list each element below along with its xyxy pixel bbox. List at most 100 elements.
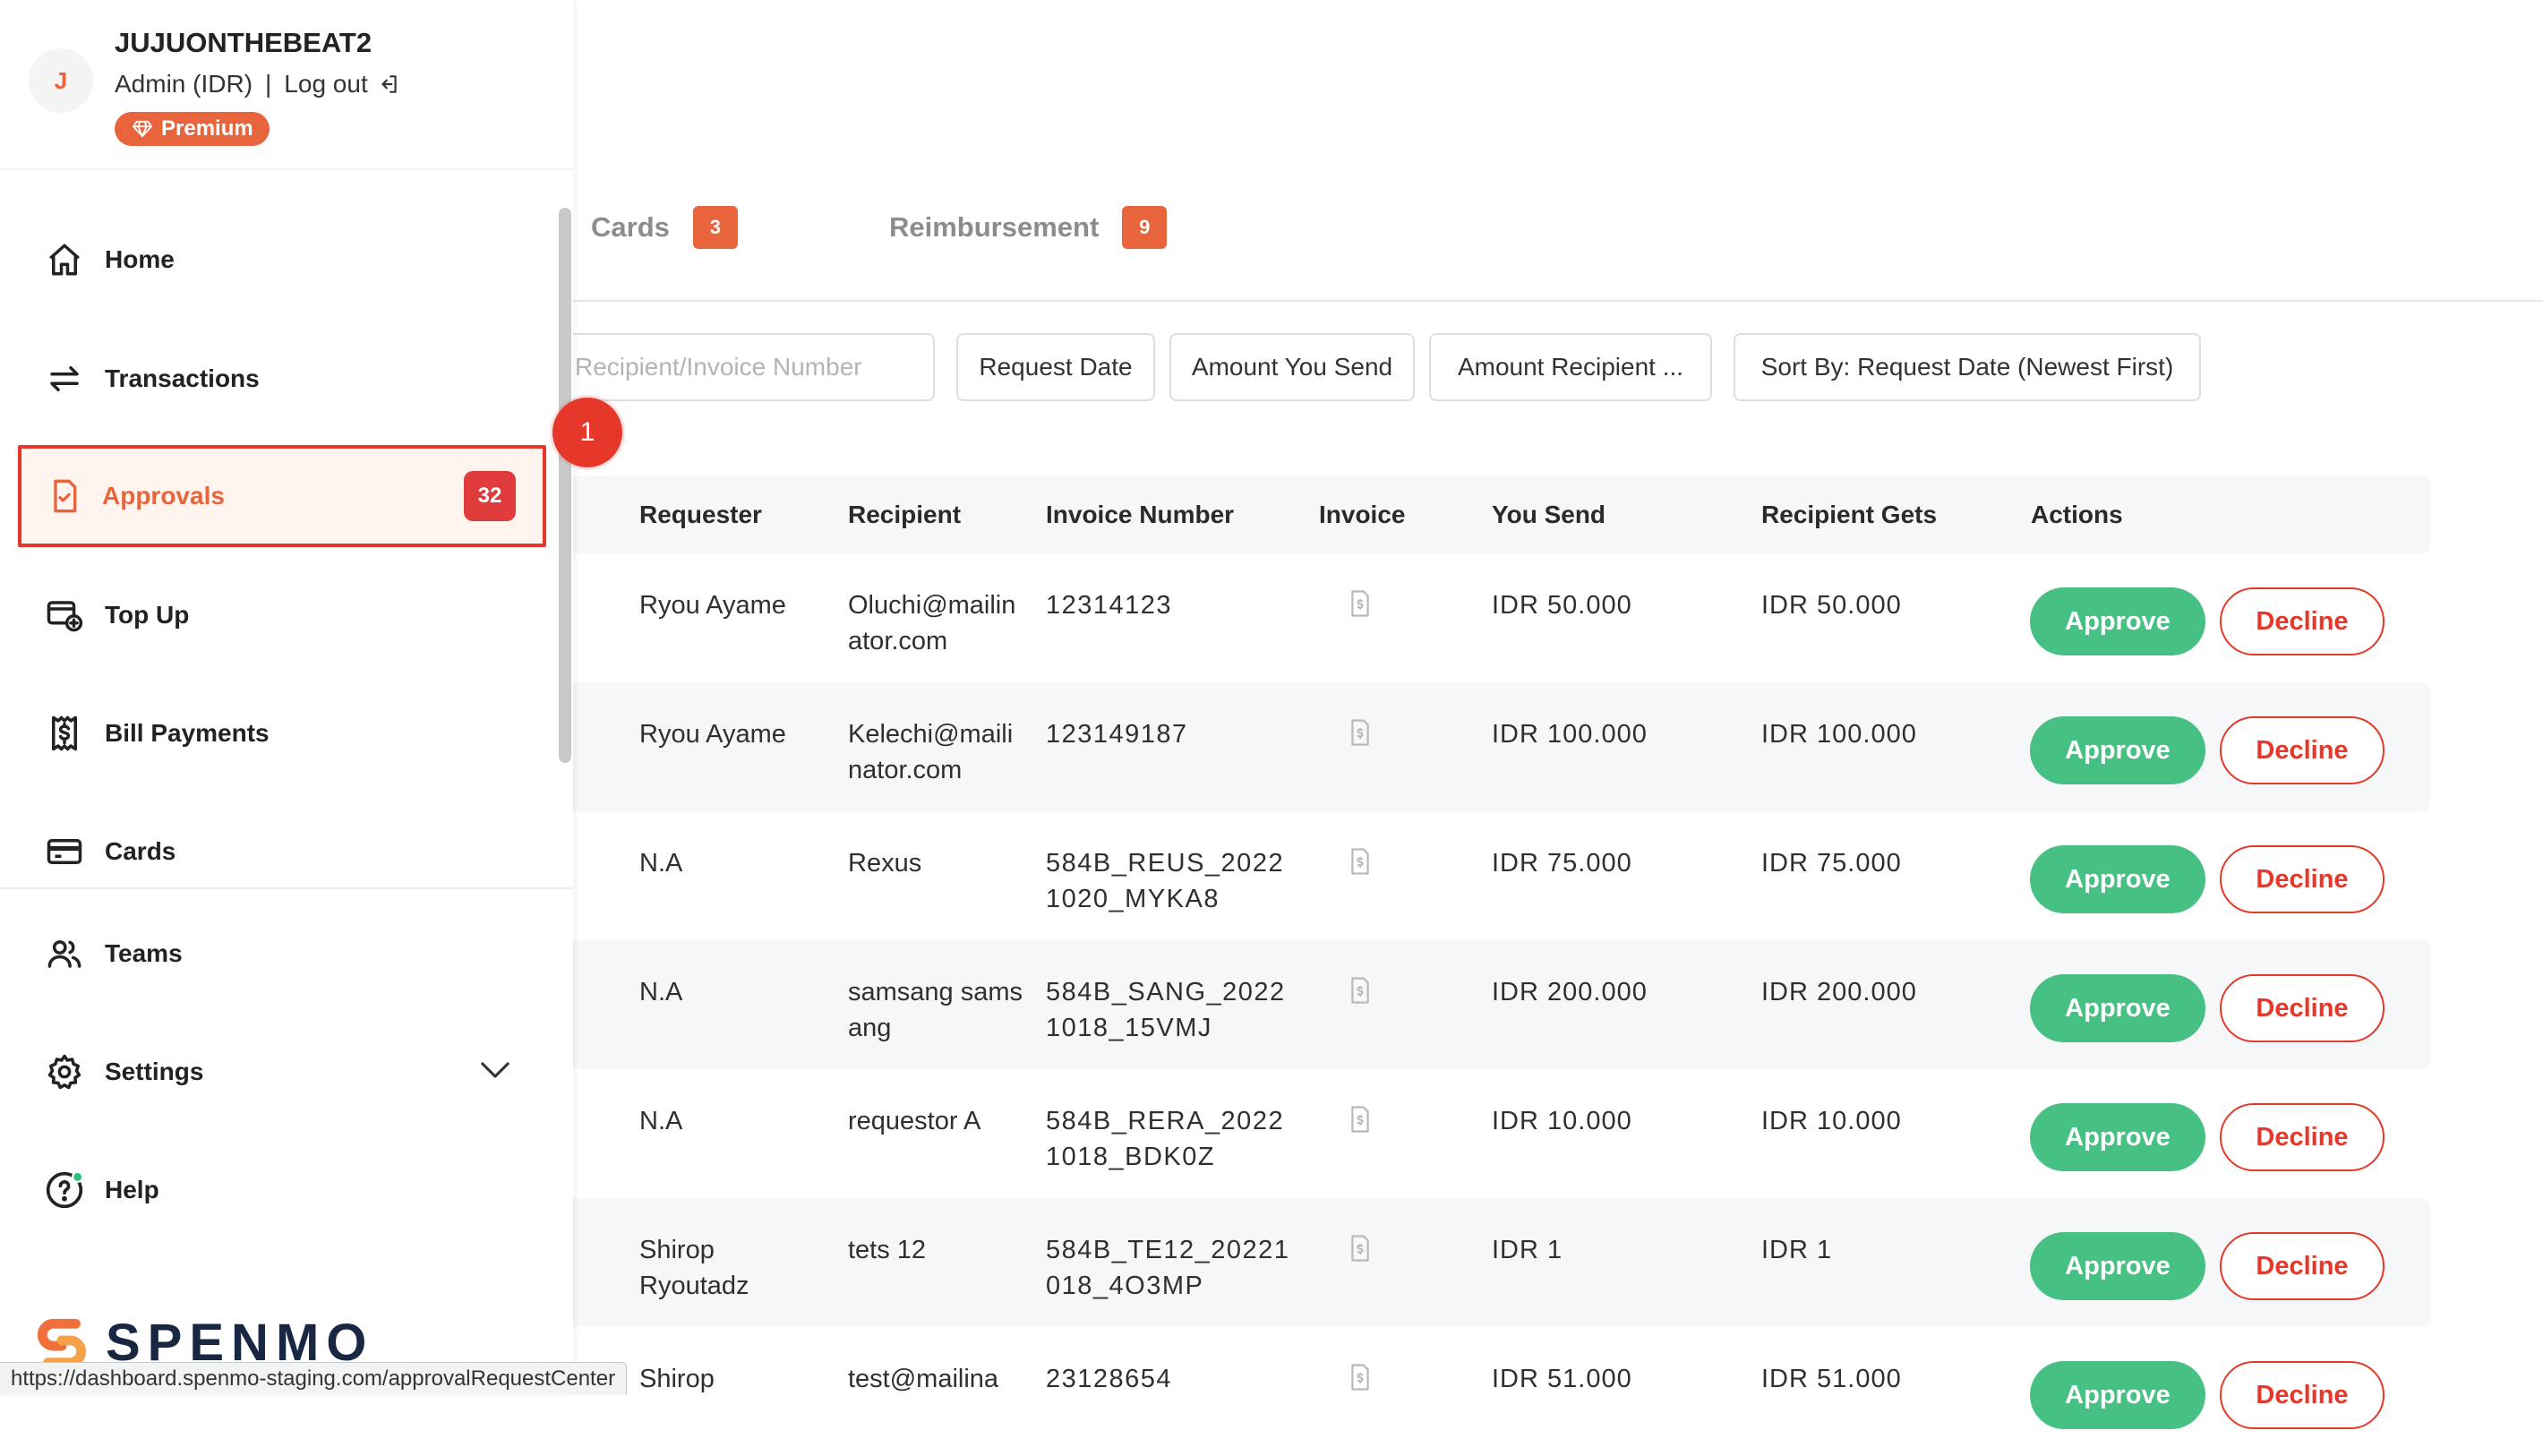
table-row: Ryou Ayame Kelechi@mailinator.com 12314918… <box>537 682 2430 811</box>
sidebar-item-home[interactable]: Home <box>18 209 546 311</box>
invoice-file-icon[interactable] <box>1347 718 1374 757</box>
recipient-gets-cell: IDR 50.000 <box>1761 591 1902 620</box>
sidebar-scrollbar[interactable] <box>559 208 571 763</box>
sidebar-item-settings[interactable]: Settings <box>18 1021 546 1123</box>
recipient-gets-cell: IDR 200.000 <box>1761 978 1917 1006</box>
decline-button[interactable]: Decline <box>2220 587 2385 655</box>
header-recipient: Recipient <box>848 501 962 528</box>
premium-badge: Premium <box>115 112 270 146</box>
recipient-gets-cell: IDR 51.000 <box>1761 1365 1902 1393</box>
sidebar-item-label: Bill Payments <box>105 719 270 747</box>
decline-button[interactable]: Decline <box>2220 1232 2385 1300</box>
avatar[interactable]: J <box>29 48 93 113</box>
transfer-arrows-icon <box>45 359 84 398</box>
you-send-cell: IDR 50.000 <box>1492 591 1632 620</box>
diamond-icon <box>133 120 152 138</box>
requester-cell: Shirop Ryoutadz <box>639 1236 749 1300</box>
decline-button[interactable]: Decline <box>2220 974 2385 1042</box>
approvals-count-badge: 32 <box>464 471 516 521</box>
invoice-file-icon[interactable] <box>1347 1234 1374 1272</box>
header-actions: Actions <box>2031 501 2123 528</box>
nav-divider <box>0 887 573 889</box>
sidebar-item-label: Settings <box>105 1058 204 1085</box>
table-body: Ryou Ayame Oluchi@mailinator.com 12314123 I… <box>537 553 2430 1456</box>
recipient-cell: samsang samsang <box>848 978 1023 1042</box>
table-row: Ryou Ayame Oluchi@mailinator.com 12314123 I… <box>537 553 2430 682</box>
recipient-gets-cell: IDR 75.000 <box>1761 849 1902 878</box>
request-date-filter[interactable]: Request Date <box>956 333 1155 401</box>
sidebar-item-label: Teams <box>105 939 183 967</box>
header-invoice-number: Invoice Number <box>1046 501 1235 528</box>
approve-button[interactable]: Approve <box>2030 1361 2205 1429</box>
username: JUJUONTHEBEAT2 <box>115 27 372 58</box>
approve-button[interactable]: Approve <box>2030 845 2205 913</box>
step-marker: 1 <box>552 398 622 467</box>
logout-icon <box>381 75 397 93</box>
recipient-gets-cell: IDR 1 <box>1761 1236 1833 1264</box>
wallet-plus-icon <box>45 595 84 635</box>
sidebar-item-bill-payments[interactable]: Bill Payments <box>18 682 546 784</box>
search-input[interactable]: Recipient/Invoice Number <box>537 333 935 401</box>
requester-cell: N.A <box>639 978 683 1006</box>
logout-label: Log out <box>284 70 368 98</box>
help-icon <box>45 1170 84 1210</box>
recipient-cell: Rexus <box>848 849 922 878</box>
header-invoice: Invoice <box>1319 501 1406 528</box>
recipient-cell: test@mailina <box>848 1365 999 1393</box>
logout-button[interactable]: Log out <box>284 70 399 98</box>
role-separator: | <box>265 70 272 98</box>
credit-card-icon <box>45 832 84 871</box>
table-row: N.A samsang samsang 584B_SANG_20221018_15V… <box>537 940 2430 1069</box>
approve-button[interactable]: Approve <box>2030 716 2205 784</box>
table-row: N.A Rexus 584B_REUS_20221020_MYKA8 IDR 75.0… <box>537 811 2430 940</box>
recipient-cell: Kelechi@mailinator.com <box>848 720 1014 784</box>
approve-button[interactable]: Approve <box>2030 1232 2205 1300</box>
chevron-down-icon[interactable] <box>480 1060 510 1084</box>
invoice-file-icon[interactable] <box>1347 1363 1374 1401</box>
sidebar: J JUJUONTHEBEAT2 Admin (IDR) | Log out P… <box>0 0 573 1394</box>
you-send-cell: IDR 100.000 <box>1492 720 1648 749</box>
sidebar-item-top-up[interactable]: Top Up <box>18 564 546 666</box>
invoice-file-icon[interactable] <box>1347 976 1374 1015</box>
invoice-file-icon[interactable] <box>1347 1105 1374 1143</box>
sort-by-dropdown[interactable]: Sort By: Request Date (Newest First) <box>1734 333 2201 401</box>
requester-cell: Shirop <box>639 1365 715 1393</box>
tab-reimbursement[interactable]: Reimbursement 9 <box>889 206 1168 249</box>
requester-cell: Ryou Ayame <box>639 720 786 749</box>
decline-button[interactable]: Decline <box>2220 845 2385 913</box>
invoice-file-icon[interactable] <box>1347 847 1374 886</box>
you-send-cell: IDR 51.000 <box>1492 1365 1632 1393</box>
approve-button[interactable]: Approve <box>2030 1103 2205 1171</box>
approve-button[interactable]: Approve <box>2030 974 2205 1042</box>
sidebar-item-label: Cards <box>105 837 176 865</box>
sidebar-item-label: Transactions <box>105 364 260 392</box>
you-send-cell: IDR 1 <box>1492 1236 1563 1264</box>
you-send-cell: IDR 200.000 <box>1492 978 1648 1006</box>
amount-you-send-filter[interactable]: Amount You Send <box>1169 333 1415 401</box>
header-you-send: You Send <box>1492 501 1606 528</box>
people-icon <box>45 934 84 973</box>
requester-cell: N.A <box>639 1107 683 1135</box>
invoice-number-cell: 584B_SANG_20221018_15VMJ <box>1046 978 1286 1042</box>
decline-button[interactable]: Decline <box>2220 1361 2385 1429</box>
table-row: Shirop test@mailina 23128654 IDR 51.000 IDR … <box>537 1327 2430 1456</box>
approval-document-icon <box>45 476 84 516</box>
bill-dollar-icon <box>45 714 84 753</box>
invoice-number-cell: 584B_TE12_20221018_4O3MP <box>1046 1236 1290 1300</box>
invoice-number-cell: 123149187 <box>1046 720 1188 749</box>
sidebar-item-help[interactable]: Help <box>18 1139 546 1241</box>
you-send-cell: IDR 75.000 <box>1492 849 1632 878</box>
approve-button[interactable]: Approve <box>2030 587 2205 655</box>
sidebar-item-label: Top Up <box>105 601 190 629</box>
sidebar-item-teams[interactable]: Teams <box>18 903 546 1005</box>
decline-button[interactable]: Decline <box>2220 716 2385 784</box>
sidebar-item-transactions[interactable]: Transactions <box>18 328 546 430</box>
invoice-file-icon[interactable] <box>1347 589 1374 628</box>
tab-reimbursement-count: 9 <box>1122 206 1168 249</box>
decline-button[interactable]: Decline <box>2220 1103 2385 1171</box>
tab-cards[interactable]: Cards 3 <box>591 206 738 249</box>
amount-recipient-filter[interactable]: Amount Recipient ... <box>1429 333 1712 401</box>
gear-icon <box>45 1052 84 1092</box>
sidebar-item-approvals[interactable]: Approvals 32 <box>18 445 546 547</box>
tab-cards-label: Cards <box>591 211 670 243</box>
